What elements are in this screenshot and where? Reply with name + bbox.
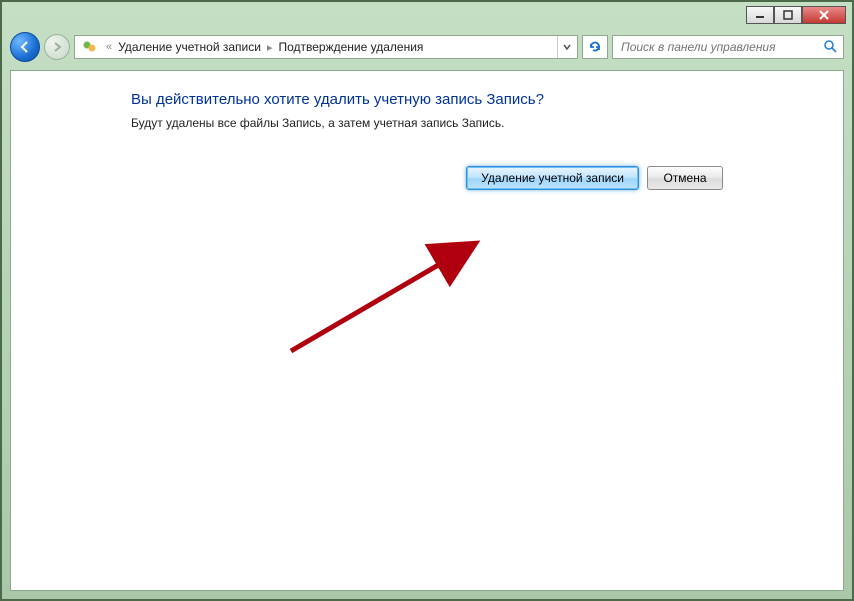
breadcrumb-separator-icon: ▸ xyxy=(267,41,273,54)
titlebar-controls xyxy=(746,6,846,24)
search-input[interactable] xyxy=(619,39,823,55)
breadcrumb-seg-confirm[interactable]: Подтверждение удаления xyxy=(275,40,426,54)
content-pane: Вы действительно хотите удалить учетную … xyxy=(10,70,844,591)
address-dropdown[interactable] xyxy=(557,36,575,58)
button-row: Удаление учетной записи Отмена xyxy=(131,166,723,190)
forward-button xyxy=(44,34,70,60)
address-bar[interactable]: « Удаление учетной записи ▸ Подтверждени… xyxy=(74,35,578,59)
cancel-button[interactable]: Отмена xyxy=(647,166,723,190)
close-button[interactable] xyxy=(802,6,846,24)
navigation-bar: « Удаление учетной записи ▸ Подтверждени… xyxy=(10,30,844,64)
breadcrumb-overflow[interactable]: « xyxy=(106,41,112,53)
window-frame: « Удаление учетной записи ▸ Подтверждени… xyxy=(0,0,854,601)
search-box[interactable] xyxy=(612,35,844,59)
breadcrumb-seg-delete-account[interactable]: Удаление учетной записи xyxy=(115,40,264,54)
back-button[interactable] xyxy=(10,32,40,62)
control-panel-icon xyxy=(81,38,99,56)
delete-account-button[interactable]: Удаление учетной записи xyxy=(466,166,639,190)
minimize-button[interactable] xyxy=(746,6,774,24)
refresh-button[interactable] xyxy=(582,35,608,59)
page-description: Будут удалены все файлы Запись, а затем … xyxy=(131,116,723,130)
search-icon[interactable] xyxy=(823,39,837,56)
maximize-button[interactable] xyxy=(774,6,802,24)
annotation-arrow xyxy=(281,231,501,361)
page-heading: Вы действительно хотите удалить учетную … xyxy=(131,91,723,108)
